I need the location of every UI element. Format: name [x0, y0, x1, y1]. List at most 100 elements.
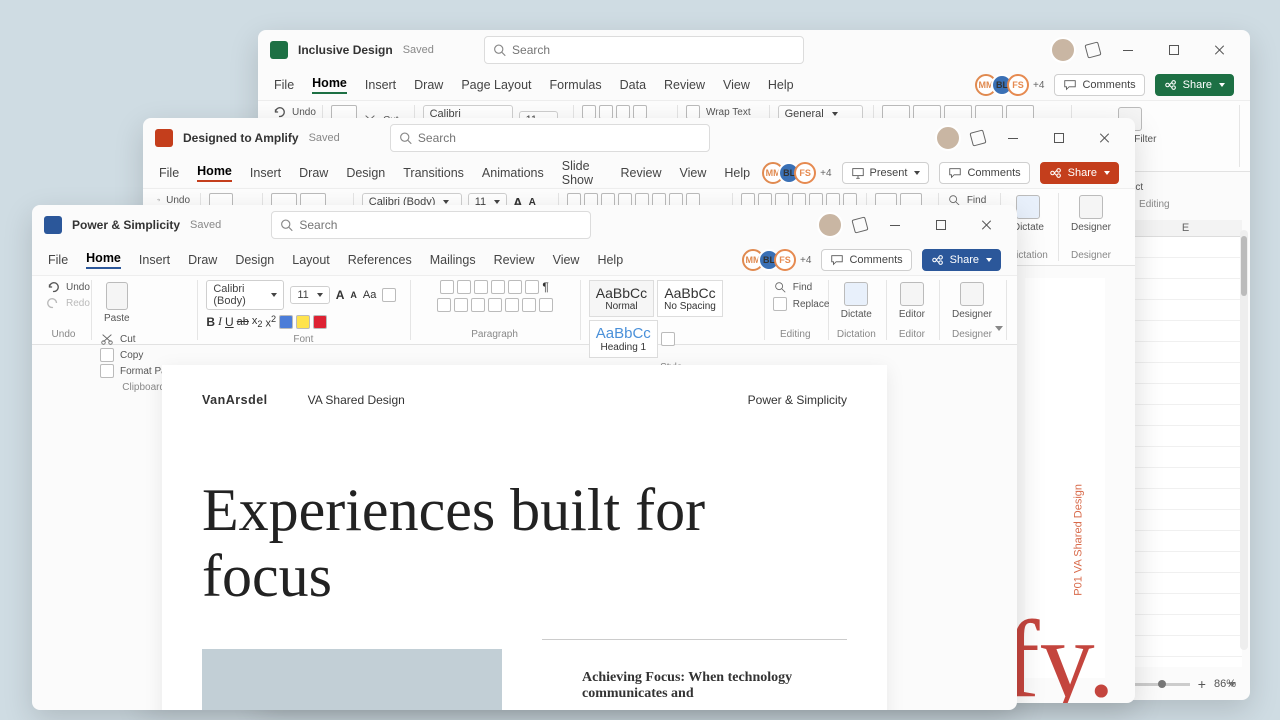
- align-center-icon[interactable]: [454, 298, 468, 312]
- change-case-icon[interactable]: Aa: [363, 289, 376, 301]
- borders-icon[interactable]: [539, 298, 553, 312]
- menu-home[interactable]: Home: [86, 251, 121, 269]
- menu-help[interactable]: Help: [724, 166, 750, 180]
- menu-draw[interactable]: Draw: [188, 253, 217, 267]
- font-color-icon[interactable]: [313, 315, 327, 329]
- presence-overflow[interactable]: +4: [1033, 80, 1044, 91]
- menu-mailings[interactable]: Mailings: [430, 253, 476, 267]
- align-left-icon[interactable]: [437, 298, 451, 312]
- menu-data[interactable]: Data: [620, 78, 646, 92]
- orientation-icon[interactable]: [633, 105, 647, 119]
- strike-button[interactable]: ab: [237, 316, 249, 328]
- minimize-button[interactable]: [995, 120, 1031, 156]
- presence-avatar[interactable]: FS: [1007, 74, 1029, 96]
- word-search-box[interactable]: [271, 211, 591, 239]
- collapse-ribbon-button[interactable]: [995, 326, 1007, 338]
- excel-search-input[interactable]: [512, 43, 795, 57]
- close-button[interactable]: [1087, 120, 1123, 156]
- menu-review[interactable]: Review: [664, 78, 705, 92]
- user-avatar[interactable]: [817, 212, 843, 238]
- presence-avatar[interactable]: FS: [774, 249, 796, 271]
- paste-button[interactable]: Paste: [100, 280, 134, 326]
- menu-help[interactable]: Help: [597, 253, 623, 267]
- menu-formulas[interactable]: Formulas: [550, 78, 602, 92]
- cut-button[interactable]: Cut: [100, 332, 177, 346]
- style-nospacing[interactable]: AaBbCcNo Spacing: [657, 280, 723, 317]
- excel-search-box[interactable]: [484, 36, 804, 64]
- sort-icon[interactable]: [525, 280, 539, 294]
- decrease-indent-icon[interactable]: [491, 280, 505, 294]
- menu-insert[interactable]: Insert: [250, 166, 281, 180]
- menu-references[interactable]: References: [348, 253, 412, 267]
- comments-button[interactable]: Comments: [939, 162, 1029, 184]
- undo-button[interactable]: Undo: [272, 105, 316, 119]
- menu-view[interactable]: View: [553, 253, 580, 267]
- user-avatar[interactable]: [1050, 37, 1076, 63]
- menu-review[interactable]: Review: [621, 166, 662, 180]
- close-button[interactable]: [1202, 32, 1238, 68]
- ppt-search-input[interactable]: [418, 131, 701, 145]
- line-spacing-icon[interactable]: [505, 298, 519, 312]
- underline-button[interactable]: U: [225, 315, 234, 329]
- maximize-button[interactable]: [923, 207, 959, 243]
- menu-page-layout[interactable]: Page Layout: [461, 78, 531, 92]
- align-bottom-icon[interactable]: [616, 105, 630, 119]
- shading-icon[interactable]: [522, 298, 536, 312]
- menu-animations[interactable]: Animations: [482, 166, 544, 180]
- user-avatar[interactable]: [935, 125, 961, 151]
- increase-indent-icon[interactable]: [508, 280, 522, 294]
- share-button[interactable]: Share: [1155, 74, 1234, 96]
- replace-button[interactable]: Replace: [773, 297, 830, 311]
- word-search-input[interactable]: [299, 218, 582, 232]
- minimize-button[interactable]: [877, 207, 913, 243]
- menu-view[interactable]: View: [723, 78, 750, 92]
- presence-overflow[interactable]: +4: [820, 168, 831, 179]
- menu-file[interactable]: File: [48, 253, 68, 267]
- menu-help[interactable]: Help: [768, 78, 794, 92]
- bullets-icon[interactable]: [440, 280, 454, 294]
- menu-file[interactable]: File: [159, 166, 179, 180]
- presence-avatars[interactable]: MMBLFS+4: [768, 162, 831, 184]
- ppt-search-box[interactable]: [390, 124, 710, 152]
- justify-icon[interactable]: [488, 298, 502, 312]
- column-header-E[interactable]: E: [1129, 220, 1242, 237]
- presence-avatar[interactable]: FS: [794, 162, 816, 184]
- excel-grid[interactable]: E: [1128, 220, 1242, 650]
- font-size-combo[interactable]: 11: [290, 286, 329, 304]
- style-heading1[interactable]: AaBbCcHeading 1: [589, 320, 658, 358]
- wrap-text-button[interactable]: Wrap Text: [686, 105, 759, 119]
- comments-button[interactable]: Comments: [821, 249, 911, 271]
- styles-more-icon[interactable]: [661, 332, 675, 346]
- megaphone-icon[interactable]: [1084, 41, 1101, 58]
- menu-home[interactable]: Home: [197, 164, 232, 182]
- style-normal[interactable]: AaBbCcNormal: [589, 280, 654, 317]
- find-button[interactable]: Find: [773, 280, 812, 294]
- undo-button[interactable]: Undo: [46, 280, 90, 294]
- menu-insert[interactable]: Insert: [365, 78, 396, 92]
- menu-draw[interactable]: Draw: [299, 166, 328, 180]
- subscript-button[interactable]: x2: [252, 315, 263, 329]
- menu-design[interactable]: Design: [235, 253, 274, 267]
- share-button[interactable]: Share: [1040, 162, 1119, 184]
- show-marks-icon[interactable]: ¶: [542, 280, 548, 294]
- presence-avatars[interactable]: MMBLFS+4: [981, 74, 1044, 96]
- menu-draw[interactable]: Draw: [414, 78, 443, 92]
- editor-button[interactable]: Editor: [895, 280, 929, 322]
- highlight-icon[interactable]: [296, 315, 310, 329]
- designer-button[interactable]: Designer: [948, 280, 996, 322]
- designer-button[interactable]: Designer: [1067, 193, 1115, 235]
- redo-button[interactable]: Redo: [46, 296, 90, 310]
- share-button[interactable]: Share: [922, 249, 1001, 271]
- align-right-icon[interactable]: [471, 298, 485, 312]
- megaphone-icon[interactable]: [969, 129, 986, 146]
- close-button[interactable]: [969, 207, 1005, 243]
- text-effects-icon[interactable]: [279, 315, 293, 329]
- menu-slide-show[interactable]: Slide Show: [562, 159, 603, 187]
- comments-button[interactable]: Comments: [1054, 74, 1144, 96]
- menu-insert[interactable]: Insert: [139, 253, 170, 267]
- maximize-button[interactable]: [1156, 32, 1192, 68]
- maximize-button[interactable]: [1041, 120, 1077, 156]
- align-middle-icon[interactable]: [599, 105, 613, 119]
- minimize-button[interactable]: [1110, 32, 1146, 68]
- grow-font-icon[interactable]: A: [336, 288, 345, 302]
